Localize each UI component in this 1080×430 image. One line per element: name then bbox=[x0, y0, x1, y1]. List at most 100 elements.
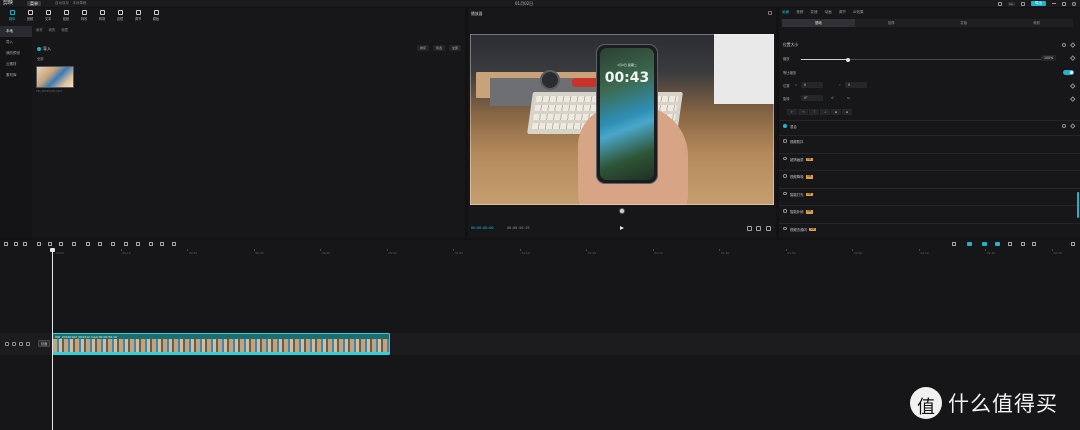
freeze-icon[interactable] bbox=[86, 242, 90, 246]
close-icon[interactable] bbox=[1072, 1, 1076, 6]
reset-icon[interactable] bbox=[1062, 43, 1066, 47]
tool-filter[interactable]: 滤镜 bbox=[112, 9, 128, 24]
playhead-handle[interactable] bbox=[50, 248, 55, 252]
sidenav-item[interactable]: 素材库 bbox=[0, 70, 32, 81]
flip-icon[interactable]: ⇋ bbox=[847, 96, 850, 100]
video-clip[interactable]: VID_20240102_004312.mp4 00:00:56:19 bbox=[52, 333, 390, 355]
option-checkbox[interactable] bbox=[783, 174, 787, 178]
inspector-tab[interactable]: 变速 bbox=[810, 10, 817, 15]
blend-checkbox[interactable] bbox=[783, 124, 787, 128]
play-icon[interactable] bbox=[620, 226, 624, 230]
import-button[interactable]: 导入 bbox=[37, 45, 51, 52]
fullscreen-icon[interactable] bbox=[766, 226, 771, 231]
sidenav-item[interactable]: 我的预设 bbox=[0, 48, 32, 59]
ratio-icon[interactable] bbox=[756, 226, 761, 231]
undo-icon[interactable] bbox=[14, 242, 18, 246]
reset-icon[interactable] bbox=[1062, 124, 1066, 128]
auto-reframe-icon[interactable] bbox=[149, 242, 153, 246]
tool-sticker[interactable]: 贴纸 bbox=[58, 9, 74, 24]
align-button[interactable]: ⊟ bbox=[842, 109, 852, 115]
keyframe-icon[interactable] bbox=[1069, 123, 1075, 129]
media-control-button[interactable]: 排序 bbox=[416, 45, 429, 51]
media-subtab[interactable]: 收藏 bbox=[61, 27, 68, 32]
option-checkbox[interactable] bbox=[783, 209, 787, 213]
lock-icon[interactable] bbox=[5, 342, 9, 346]
playhead[interactable] bbox=[52, 248, 53, 430]
position-x-field[interactable]: 0 bbox=[801, 82, 823, 88]
timeline-ruler[interactable]: 00:00 00:10 00:20 00:30 00:40 00:50 01:00 01:10… bbox=[52, 249, 1080, 257]
align-button[interactable]: ⊞ bbox=[831, 109, 841, 115]
linkage-icon[interactable] bbox=[995, 242, 1000, 246]
main-track-magnet-icon[interactable] bbox=[967, 242, 972, 246]
video-preview[interactable]: 1月2日 星期二 00:43 bbox=[470, 34, 774, 205]
more-icon[interactable] bbox=[768, 11, 772, 15]
tool-audio[interactable]: 音频 bbox=[22, 9, 38, 24]
tool-transition[interactable]: 转场 bbox=[94, 9, 110, 24]
option-checkbox[interactable] bbox=[783, 191, 787, 195]
media-control-button[interactable]: 全部 bbox=[448, 45, 461, 51]
uniform-scale-toggle[interactable] bbox=[1063, 70, 1074, 75]
sidenav-item[interactable]: 云素材 bbox=[0, 59, 32, 70]
speaker-icon[interactable] bbox=[19, 342, 23, 346]
inspector-scrollbar[interactable] bbox=[1077, 192, 1079, 218]
eye-icon[interactable] bbox=[12, 342, 16, 346]
scale-slider[interactable] bbox=[801, 57, 1049, 62]
zoom-fit-icon[interactable] bbox=[1071, 242, 1075, 246]
minimize-icon[interactable] bbox=[1052, 3, 1056, 4]
maximize-icon[interactable] bbox=[1062, 1, 1066, 6]
tool-adjust[interactable]: 调节 bbox=[130, 9, 146, 24]
tool-effects[interactable]: 特效 bbox=[76, 9, 92, 24]
inspector-segment[interactable]: 蒙版 bbox=[928, 19, 1001, 27]
sidenav-item[interactable]: 本地 bbox=[0, 26, 32, 37]
auto-snap-icon[interactable] bbox=[982, 242, 987, 246]
more-icon[interactable] bbox=[26, 342, 30, 346]
align-button[interactable]: ⊢ bbox=[787, 109, 797, 115]
scale-slider-knob[interactable] bbox=[846, 57, 851, 62]
media-thumbnail[interactable] bbox=[36, 66, 74, 88]
menu-button[interactable]: 菜单 bbox=[27, 1, 41, 6]
tool-template[interactable]: 模板 bbox=[148, 9, 164, 24]
option-checkbox[interactable] bbox=[783, 156, 787, 160]
split-right-icon[interactable] bbox=[59, 242, 63, 246]
split-left-icon[interactable] bbox=[48, 242, 52, 246]
keyframe-icon[interactable] bbox=[1069, 83, 1075, 89]
zoom-out-icon[interactable] bbox=[1021, 242, 1025, 246]
inspector-tab[interactable]: 调节 bbox=[839, 10, 846, 15]
keyframe-icon[interactable] bbox=[1069, 96, 1075, 102]
scale-value[interactable]: 100% bbox=[1041, 55, 1057, 61]
account-level[interactable]: Lv bbox=[1007, 1, 1015, 6]
zoom-slider-icon[interactable] bbox=[1032, 242, 1036, 246]
crop-icon[interactable] bbox=[136, 242, 140, 246]
media-subtab[interactable]: 我的 bbox=[49, 27, 56, 32]
position-y-field[interactable]: 0 bbox=[845, 82, 867, 88]
inspector-segment[interactable]: 美颜 bbox=[1000, 19, 1073, 27]
media-subtab[interactable]: 素材 bbox=[36, 27, 43, 32]
layout-icon[interactable] bbox=[1021, 1, 1025, 6]
inspector-segment[interactable]: 抠像 bbox=[855, 19, 928, 27]
inspector-segment[interactable]: 基础 bbox=[782, 19, 855, 27]
delete-icon[interactable] bbox=[72, 242, 76, 246]
option-checkbox[interactable] bbox=[783, 226, 787, 230]
split-icon[interactable] bbox=[37, 242, 41, 246]
media-control-button[interactable]: 筛选 bbox=[432, 45, 445, 51]
canvas-handle[interactable] bbox=[619, 208, 625, 214]
shortcut-icon[interactable] bbox=[997, 1, 1002, 6]
inspector-tab[interactable]: 画面 bbox=[782, 10, 789, 15]
keyframe-icon[interactable] bbox=[1069, 42, 1075, 48]
mask-icon[interactable] bbox=[160, 242, 164, 246]
export-button[interactable]: 导出 bbox=[1031, 1, 1046, 6]
microphone-icon[interactable] bbox=[952, 242, 956, 246]
align-button[interactable]: ⊣ bbox=[798, 109, 808, 115]
crop-icon[interactable] bbox=[747, 226, 752, 231]
mirror-icon[interactable] bbox=[98, 242, 102, 246]
rotate-icon[interactable] bbox=[124, 242, 128, 246]
rotate-field[interactable]: 0° bbox=[801, 95, 823, 101]
keyframe-icon[interactable] bbox=[1069, 55, 1075, 61]
inspector-tab[interactable]: 音频 bbox=[796, 10, 803, 15]
align-button[interactable]: ⊥ bbox=[820, 109, 830, 115]
sidenav-item[interactable]: 导入 bbox=[0, 37, 32, 48]
reverse-icon[interactable] bbox=[111, 242, 115, 246]
inspector-tab[interactable]: 动画 bbox=[825, 10, 832, 15]
inspector-tab[interactable]: AI效果 bbox=[853, 10, 864, 15]
matting-icon[interactable] bbox=[172, 242, 176, 246]
